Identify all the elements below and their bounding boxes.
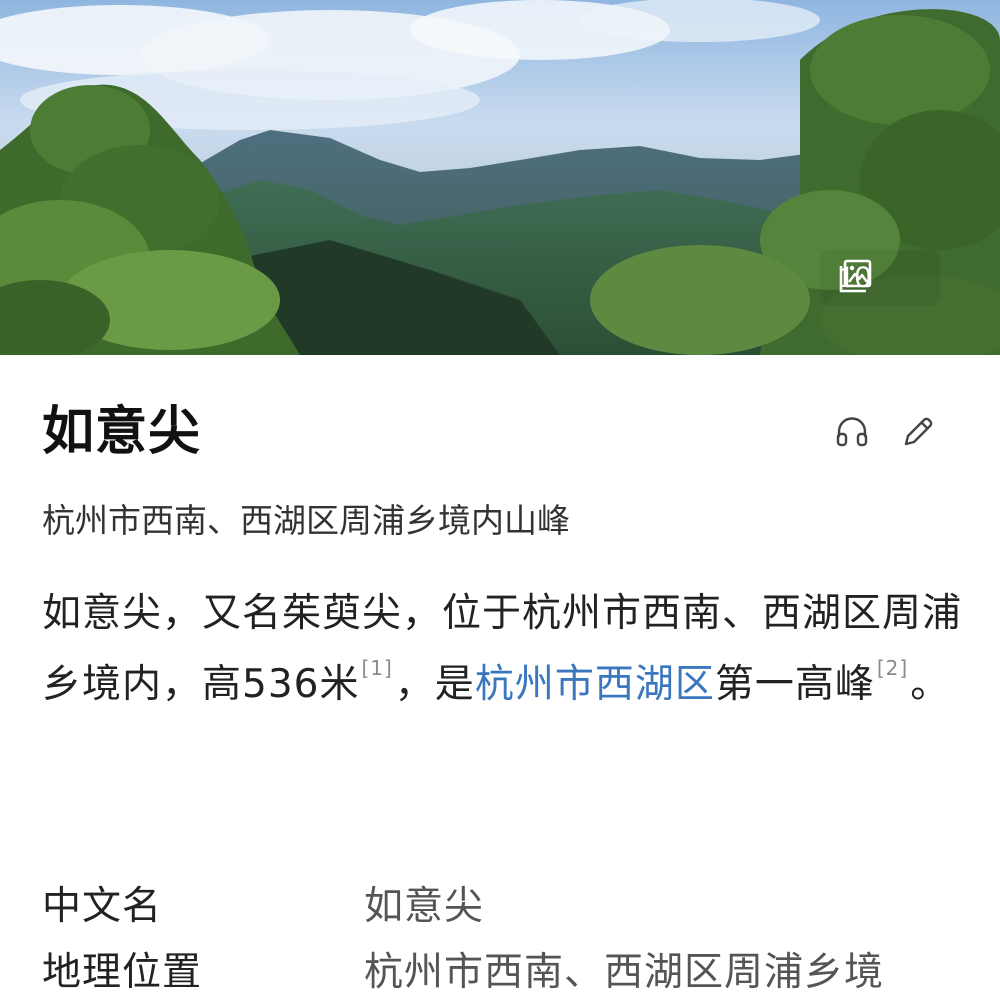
summary-text: 。	[910, 662, 951, 707]
link-xihu-district[interactable]: 杭州市西湖区	[475, 662, 715, 707]
info-row-chinese-name: 中文名 如意尖	[42, 870, 972, 936]
info-key: 地理位置	[42, 950, 203, 995]
summary-paragraph: 如意尖，又名茱萸尖，位于杭州市西南、西湖区周浦乡境内，高536米 [1]，是杭州市…	[42, 578, 972, 720]
reference-2[interactable]: [2]	[877, 656, 908, 680]
info-row-location: 地理位置 杭州市西南、西湖区周浦乡境	[42, 936, 972, 1000]
gallery-count-button[interactable]: 10	[838, 258, 871, 298]
basic-info-table: 中文名 如意尖 地理位置 杭州市西南、西湖区周浦乡境	[42, 870, 972, 1000]
title-actions	[834, 414, 936, 450]
page-title: 如意尖	[42, 402, 202, 462]
summary-text: 第一高峰	[714, 662, 875, 707]
baike-article-page: 10 如意尖 杭州市西南、西湖区周浦乡境内山峰 如意尖，又名茱萸尖，位于杭州市西…	[0, 0, 1000, 1000]
summary-text: ，是	[394, 662, 475, 707]
headphones-icon[interactable]	[834, 414, 870, 450]
mountain-landscape-image	[0, 0, 1000, 355]
image-gallery-icon	[839, 259, 872, 293]
info-value: 杭州市西南、西湖区周浦乡境	[364, 950, 885, 995]
hero-image[interactable]: 10	[0, 0, 1000, 355]
page-subtitle: 杭州市西南、西湖区周浦乡境内山峰	[42, 501, 570, 540]
edit-pencil-icon[interactable]	[900, 414, 936, 450]
reference-1[interactable]: [1]	[361, 656, 392, 680]
info-value: 如意尖	[364, 884, 485, 929]
info-key: 中文名	[42, 884, 163, 929]
